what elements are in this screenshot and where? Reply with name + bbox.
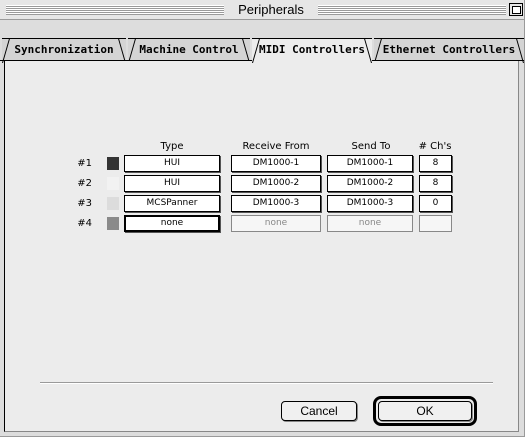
channels-field-2[interactable]: 8 (419, 175, 452, 192)
tab-midi-controllers[interactable]: MIDI Controllers (252, 38, 372, 61)
type-select-4[interactable]: none (124, 215, 220, 232)
row-label-3: #3 (77, 198, 92, 209)
cancel-button[interactable]: Cancel (281, 401, 357, 421)
header-receive-from: Receive From (242, 141, 310, 152)
type-select-2[interactable]: HUI (124, 175, 220, 192)
send-to-select-2[interactable]: DM1000-2 (327, 175, 413, 192)
channels-field-4[interactable] (419, 215, 452, 232)
channels-field-1[interactable]: 8 (419, 155, 452, 172)
type-select-3[interactable]: MCSPanner (124, 195, 220, 212)
send-to-select-3[interactable]: DM1000-3 (327, 195, 413, 212)
receive-from-select-3[interactable]: DM1000-3 (231, 195, 321, 212)
header-send-to: Send To (351, 141, 391, 152)
button-separator (40, 382, 493, 384)
header-channels: # Ch's (418, 141, 452, 152)
title-bar-stripes-left (6, 5, 224, 15)
tab-synchronization[interactable]: Synchronization (2, 38, 126, 60)
receive-from-select-4[interactable]: none (231, 215, 321, 232)
title-bar[interactable]: Peripherals (0, 0, 524, 20)
tab-ethernet-controllers[interactable]: Ethernet Controllers (374, 38, 524, 60)
title-bar-stripes-right (318, 5, 506, 15)
row-label-4: #4 (77, 218, 92, 229)
row-label-2: #2 (77, 178, 92, 189)
receive-from-select-2[interactable]: DM1000-2 (231, 175, 321, 192)
type-select-1[interactable]: HUI (124, 155, 220, 172)
window-title: Peripherals (226, 2, 316, 18)
tab-machine-control[interactable]: Machine Control (128, 38, 250, 60)
channels-field-3[interactable]: 0 (419, 195, 452, 212)
peripherals-window: Peripherals Synchronization Machine Cont… (0, 0, 525, 437)
header-type: Type (160, 141, 184, 152)
row-color-swatch-1[interactable] (107, 157, 119, 170)
row-label-1: #1 (77, 158, 92, 169)
collapse-box-button[interactable] (509, 3, 523, 16)
receive-from-select-1[interactable]: DM1000-1 (231, 155, 321, 172)
ok-button[interactable]: OK (378, 401, 472, 421)
send-to-select-1[interactable]: DM1000-1 (327, 155, 413, 172)
midi-controllers-panel (4, 61, 519, 432)
send-to-select-4[interactable]: none (327, 215, 413, 232)
tab-bar: Synchronization Machine Control MIDI Con… (0, 38, 524, 61)
row-color-swatch-3[interactable] (107, 197, 119, 210)
row-color-swatch-2[interactable] (107, 177, 119, 190)
row-color-swatch-4[interactable] (107, 217, 119, 230)
